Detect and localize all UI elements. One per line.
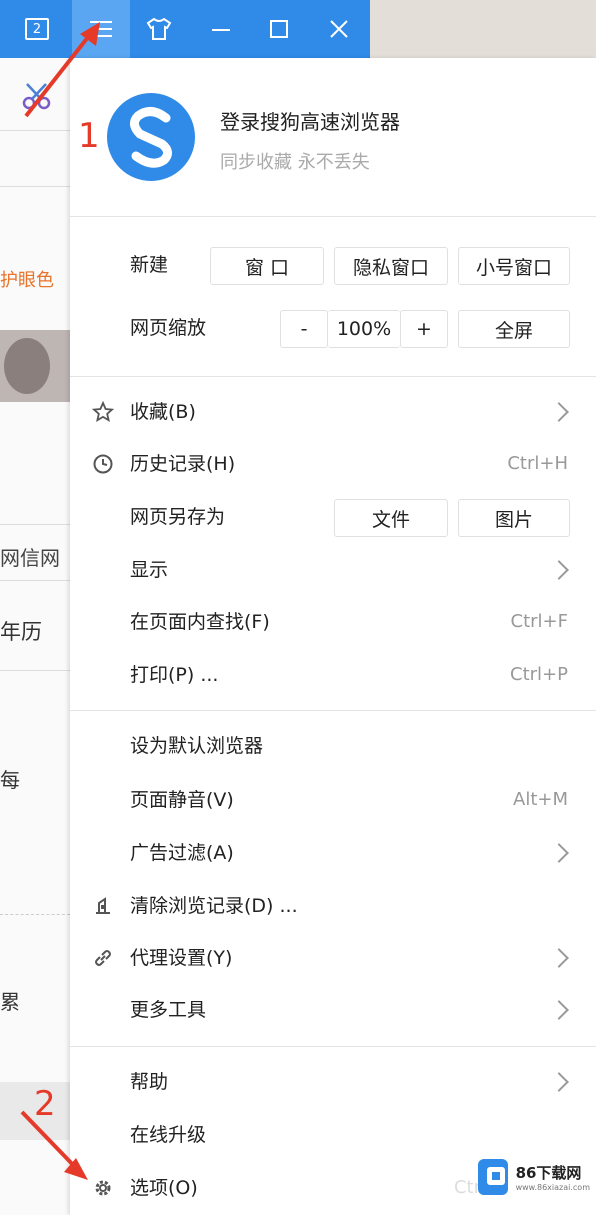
eraser-icon (90, 893, 116, 919)
more-tools-label: 更多工具 (130, 999, 207, 1021)
menu-separator (70, 710, 596, 711)
menu-item-history[interactable]: 历史记录(H) Ctrl+H (70, 438, 596, 490)
divider (0, 914, 70, 916)
divider (0, 580, 70, 581)
save-as-label: 网页另存为 (130, 506, 226, 528)
desktop-background (370, 0, 596, 58)
chevron-right-icon (549, 560, 569, 580)
divider (0, 670, 70, 671)
menu-item-proxy[interactable]: 代理设置(Y) (70, 932, 596, 984)
find-shortcut: Ctrl+F (510, 611, 568, 632)
options-label: 选项(O) (130, 1177, 198, 1199)
help-label: 帮助 (130, 1071, 169, 1093)
site-watermark: 86下载网 www.86xiazai.com (478, 1155, 590, 1199)
proxy-label: 代理设置(Y) (130, 947, 233, 969)
menu-separator (70, 1046, 596, 1047)
zoom-out-button[interactable]: - (280, 310, 328, 348)
maximize-icon (270, 20, 288, 38)
left-text-eye-protect[interactable]: 护眼色 (0, 266, 70, 292)
annotation-number-2: 2 (34, 1084, 56, 1124)
menu-item-favorites[interactable]: 收藏(B) (70, 386, 596, 438)
menu-item-find[interactable]: 在页面内查找(F) Ctrl+F (70, 596, 596, 648)
print-shortcut: Ctrl+P (510, 664, 568, 685)
chevron-right-icon (549, 1072, 569, 1092)
history-label: 历史记录(H) (130, 453, 236, 475)
clock-icon (90, 451, 116, 477)
save-as-image-button[interactable]: 图片 (458, 499, 570, 537)
zoom-label: 网页缩放 (130, 317, 207, 339)
browser-main-menu: 登录搜狗高速浏览器 同步收藏 永不丢失 新建 窗 口 隐私窗口 小号窗口 网页缩… (70, 58, 596, 1215)
maximize-button[interactable] (250, 0, 308, 58)
print-label: 打印(P) ... (130, 664, 219, 686)
zoom-in-button[interactable]: + (400, 310, 448, 348)
divider (0, 186, 70, 187)
watermark-url: www.86xiazai.com (515, 1183, 590, 1192)
close-button[interactable] (310, 0, 368, 58)
annotation-number-1: 1 (78, 116, 100, 156)
menu-separator (70, 376, 596, 377)
menu-item-upgrade[interactable]: 在线升级 (70, 1109, 596, 1161)
shirt-icon (146, 18, 172, 40)
mute-shortcut: Alt+M (513, 789, 568, 810)
clear-history-label: 清除浏览记录(D) ... (130, 895, 298, 917)
default-browser-label: 设为默认浏览器 (130, 735, 264, 757)
menu-item-clear-history[interactable]: 清除浏览记录(D) ... (70, 880, 596, 932)
left-text-accum: 累 (0, 990, 20, 1014)
login-title[interactable]: 登录搜狗高速浏览器 (220, 106, 400, 135)
thumbnail-image[interactable] (0, 330, 70, 402)
ad-filter-label: 广告过滤(A) (130, 842, 234, 864)
upgrade-label: 在线升级 (130, 1124, 207, 1146)
divider (0, 524, 70, 525)
chevron-right-icon (549, 948, 569, 968)
login-subtitle: 同步收藏 永不丢失 (220, 152, 370, 173)
history-shortcut: Ctrl+H (507, 453, 568, 474)
new-label: 新建 (130, 254, 169, 276)
menu-item-display[interactable]: 显示 (70, 544, 596, 596)
new-private-window-button[interactable]: 隐私窗口 (334, 247, 448, 285)
save-as-file-button[interactable]: 文件 (334, 499, 448, 537)
new-window-button[interactable]: 窗 口 (210, 247, 324, 285)
menu-item-ad-filter[interactable]: 广告过滤(A) (70, 827, 596, 879)
annotation-arrow-2 (20, 1110, 88, 1180)
menu-item-mute[interactable]: 页面静音(V) Alt+M (70, 774, 596, 826)
menu-item-help[interactable]: 帮助 (70, 1056, 596, 1108)
close-icon (330, 20, 348, 38)
menu-item-more-tools[interactable]: 更多工具 (70, 984, 596, 1036)
watermark-name: 86下载网 (515, 1164, 582, 1182)
find-label: 在页面内查找(F) (130, 611, 270, 633)
star-icon (90, 399, 116, 425)
left-text-each: 每 (0, 768, 20, 792)
menu-separator (70, 216, 596, 217)
background-page: 护眼色 网信网 年历 每 累 (0, 58, 70, 1215)
minimize-icon (212, 29, 230, 31)
left-text-net[interactable]: 网信网 (0, 542, 70, 571)
chevron-right-icon (549, 843, 569, 863)
mute-label: 页面静音(V) (130, 789, 234, 811)
display-label: 显示 (130, 559, 169, 581)
minimize-button[interactable] (192, 0, 250, 58)
new-small-window-button[interactable]: 小号窗口 (458, 247, 570, 285)
left-text-calendar[interactable]: 年历 (0, 616, 70, 646)
annotation-arrow-1 (24, 22, 100, 118)
menu-item-default-browser[interactable]: 设为默认浏览器 (70, 720, 596, 772)
link-icon (90, 945, 116, 971)
favorites-label: 收藏(B) (130, 401, 196, 423)
zoom-value: 100% (328, 310, 400, 348)
watermark-logo-icon (478, 1159, 508, 1195)
login-area[interactable]: 登录搜狗高速浏览器 同步收藏 永不丢失 (70, 58, 596, 208)
chevron-right-icon (549, 402, 569, 422)
chevron-right-icon (549, 1000, 569, 1020)
menu-item-print[interactable]: 打印(P) ... Ctrl+P (70, 648, 596, 700)
fullscreen-button[interactable]: 全屏 (458, 310, 570, 348)
